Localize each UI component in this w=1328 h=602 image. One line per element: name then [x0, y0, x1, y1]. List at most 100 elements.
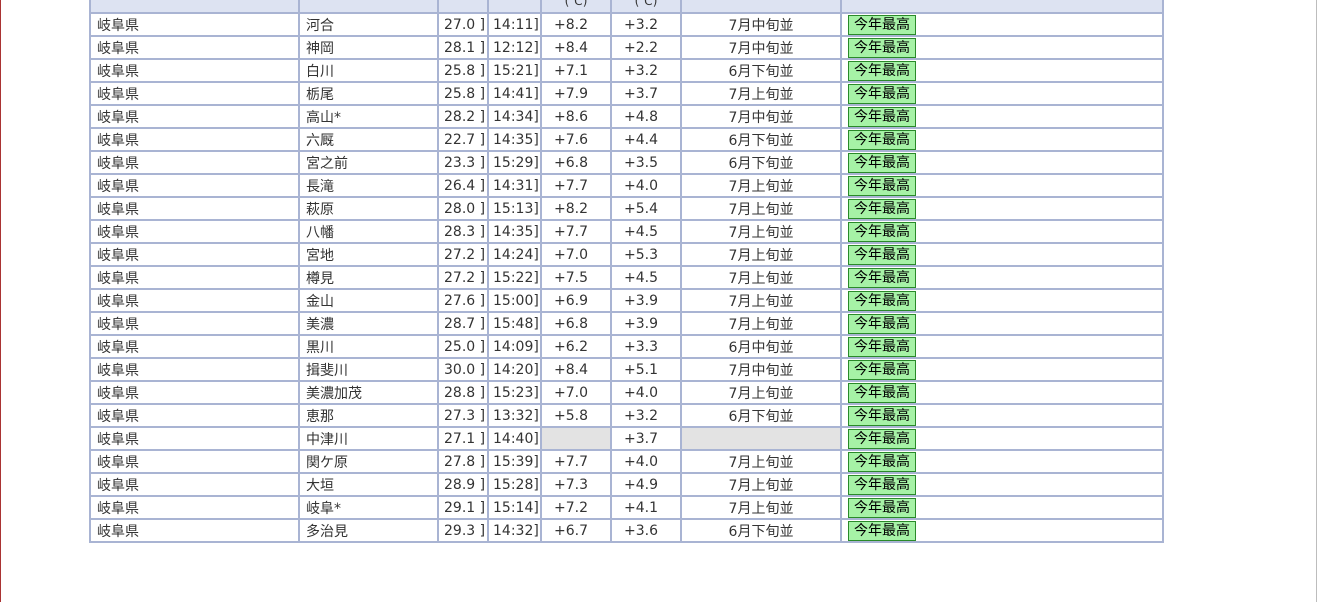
normal-period-cell: 6月下旬並: [680, 518, 842, 543]
time-cell: 13:32]: [487, 403, 542, 428]
station-cell: 美濃: [298, 311, 439, 336]
station-cell: 美濃加茂: [298, 380, 439, 405]
diff-normal-cell: +6.8: [540, 311, 612, 336]
normal-period-cell: 7月中旬並: [680, 35, 842, 60]
diff-prev-cell: +4.8: [610, 104, 682, 129]
prefecture-cell: 岐阜県: [89, 104, 300, 129]
badge-cell: 今年最高: [840, 311, 1164, 336]
max-temp-cell: 27.0 ]: [437, 12, 489, 37]
normal-period-cell: 7月上旬並: [680, 311, 842, 336]
time-cell: 15:48]: [487, 311, 542, 336]
time-cell: 15:39]: [487, 449, 542, 474]
station-cell: 揖斐川: [298, 357, 439, 382]
time-cell: 14:35]: [487, 219, 542, 244]
prefecture-cell: 岐阜県: [89, 518, 300, 543]
prefecture-cell: 岐阜県: [89, 357, 300, 382]
time-cell: 14:24]: [487, 242, 542, 267]
badge-cell: 今年最高: [840, 196, 1164, 221]
diff-normal-cell: +8.2: [540, 196, 612, 221]
badge-cell: 今年最高: [840, 426, 1164, 451]
badge-cell: 今年最高: [840, 403, 1164, 428]
table-row: 岐阜県 栃尾 25.8 ] 14:41] +7.9 +3.7 7月上旬並 今年最高: [89, 81, 1164, 106]
diff-prev-cell: +4.5: [610, 265, 682, 290]
normal-period-cell: 7月上旬並: [680, 81, 842, 106]
station-cell: 恵那: [298, 403, 439, 428]
table-row: 岐阜県 樽見 27.2 ] 15:22] +7.5 +4.5 7月上旬並 今年最高: [89, 265, 1164, 290]
station-cell: 関ケ原: [298, 449, 439, 474]
header-cell: [487, 0, 542, 14]
max-temp-cell: 30.0 ]: [437, 357, 489, 382]
table-row: 岐阜県 金山 27.6 ] 15:00] +6.9 +3.9 7月上旬並 今年最高: [89, 288, 1164, 313]
diff-prev-cell: +5.4: [610, 196, 682, 221]
yearly-high-badge: 今年最高: [848, 130, 916, 149]
temperature-table: (℃) (℃) 岐阜県 河合 27.0 ] 14:11] +8.2 +3.2 7月中旬並 今年…: [89, 0, 1164, 543]
header-cell: [298, 0, 439, 14]
station-cell: 八幡: [298, 219, 439, 244]
time-cell: 15:00]: [487, 288, 542, 313]
yearly-high-badge: 今年最高: [848, 199, 916, 218]
max-temp-cell: 22.7 ]: [437, 127, 489, 152]
badge-cell: 今年最高: [840, 334, 1164, 359]
table-row: 岐阜県 恵那 27.3 ] 13:32] +5.8 +3.2 6月下旬並 今年最高: [89, 403, 1164, 428]
station-cell: 栃尾: [298, 81, 439, 106]
header-cell: [680, 0, 842, 14]
diff-prev-cell: +4.0: [610, 449, 682, 474]
table-row: 岐阜県 河合 27.0 ] 14:11] +8.2 +3.2 7月中旬並 今年最高: [89, 12, 1164, 37]
diff-prev-cell: +4.0: [610, 173, 682, 198]
diff-prev-cell: +4.0: [610, 380, 682, 405]
station-cell: 白川: [298, 58, 439, 83]
normal-period-cell: 6月下旬並: [680, 127, 842, 152]
max-temp-cell: 28.9 ]: [437, 472, 489, 497]
prefecture-cell: 岐阜県: [89, 449, 300, 474]
badge-cell: 今年最高: [840, 380, 1164, 405]
time-cell: 14:34]: [487, 104, 542, 129]
diff-prev-cell: +5.1: [610, 357, 682, 382]
yearly-high-badge: 今年最高: [848, 314, 916, 333]
header-cell: [840, 0, 1164, 14]
diff-normal-cell: +7.6: [540, 127, 612, 152]
max-temp-cell: 25.8 ]: [437, 58, 489, 83]
yearly-high-badge: 今年最高: [848, 222, 916, 241]
diff-prev-cell: +3.7: [610, 81, 682, 106]
diff-prev-cell: +4.4: [610, 127, 682, 152]
header-cell: [437, 0, 489, 14]
diff-normal-cell: +6.2: [540, 334, 612, 359]
prefecture-cell: 岐阜県: [89, 472, 300, 497]
badge-cell: 今年最高: [840, 12, 1164, 37]
badge-cell: 今年最高: [840, 104, 1164, 129]
table-row: 岐阜県 高山* 28.2 ] 14:34] +8.6 +4.8 7月中旬並 今年最高: [89, 104, 1164, 129]
table-row: 岐阜県 大垣 28.9 ] 15:28] +7.3 +4.9 7月上旬並 今年最高: [89, 472, 1164, 497]
diff-prev-cell: +3.6: [610, 518, 682, 543]
table-row: 岐阜県 黒川 25.0 ] 14:09] +6.2 +3.3 6月中旬並 今年最高: [89, 334, 1164, 359]
diff-normal-cell: +8.4: [540, 35, 612, 60]
diff-normal-cell: [540, 426, 612, 451]
prefecture-cell: 岐阜県: [89, 403, 300, 428]
table-row: 岐阜県 美濃 28.7 ] 15:48] +6.8 +3.9 7月上旬並 今年最高: [89, 311, 1164, 336]
prefecture-cell: 岐阜県: [89, 334, 300, 359]
table-row: 岐阜県 宮之前 23.3 ] 15:29] +6.8 +3.5 6月下旬並 今年最高: [89, 150, 1164, 175]
diff-normal-cell: +7.5: [540, 265, 612, 290]
max-temp-cell: 25.8 ]: [437, 81, 489, 106]
header-unit-diff1: (℃): [540, 0, 612, 14]
normal-period-cell: [680, 426, 842, 451]
prefecture-cell: 岐阜県: [89, 196, 300, 221]
diff-normal-cell: +7.0: [540, 242, 612, 267]
scrollbar-track[interactable]: [1316, 0, 1317, 602]
normal-period-cell: 7月上旬並: [680, 449, 842, 474]
max-temp-cell: 28.0 ]: [437, 196, 489, 221]
diff-normal-cell: +7.3: [540, 472, 612, 497]
normal-period-cell: 6月下旬並: [680, 403, 842, 428]
max-temp-cell: 27.2 ]: [437, 242, 489, 267]
table-row: 岐阜県 神岡 28.1 ] 12:12] +8.4 +2.2 7月中旬並 今年最高: [89, 35, 1164, 60]
station-cell: 岐阜*: [298, 495, 439, 520]
time-cell: 15:28]: [487, 472, 542, 497]
diff-normal-cell: +8.4: [540, 357, 612, 382]
station-cell: 金山: [298, 288, 439, 313]
diff-normal-cell: +5.8: [540, 403, 612, 428]
diff-normal-cell: +6.8: [540, 150, 612, 175]
prefecture-cell: 岐阜県: [89, 495, 300, 520]
time-cell: 15:23]: [487, 380, 542, 405]
table-row: 岐阜県 六厩 22.7 ] 14:35] +7.6 +4.4 6月下旬並 今年最高: [89, 127, 1164, 152]
prefecture-cell: 岐阜県: [89, 12, 300, 37]
header-row: (℃) (℃): [89, 0, 1164, 14]
